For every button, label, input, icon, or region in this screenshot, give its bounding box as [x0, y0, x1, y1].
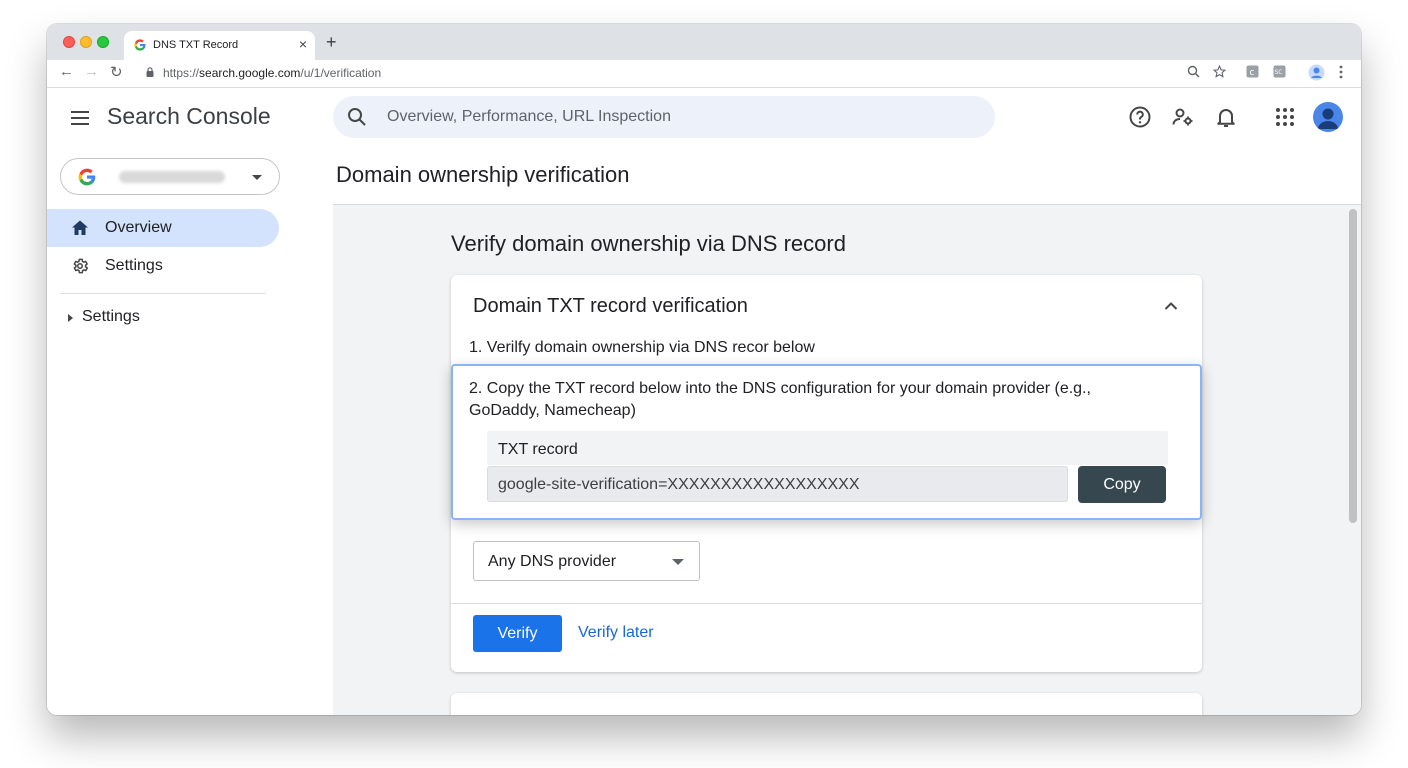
- apps-grid-icon[interactable]: [1273, 105, 1297, 129]
- chevron-up-icon[interactable]: [1164, 301, 1178, 311]
- profile-avatar-icon[interactable]: [1308, 64, 1325, 81]
- sidebar-section-settings[interactable]: Settings: [82, 308, 140, 326]
- tab-bar: DNS TXT Record × +: [47, 24, 1361, 60]
- home-icon: [72, 220, 88, 235]
- help-icon[interactable]: [1128, 105, 1152, 129]
- svg-text:SC: SC: [1275, 69, 1283, 76]
- address-bar[interactable]: https://search.google.com/u/1/verificati…: [140, 62, 1210, 84]
- main-content: Domain ownership verification Verify dom…: [333, 145, 1361, 715]
- minimize-window-button[interactable]: [80, 36, 92, 48]
- new-tab-button[interactable]: +: [326, 32, 337, 53]
- sidebar-item-overview[interactable]: Overview: [47, 209, 279, 247]
- gear-icon: [73, 258, 89, 274]
- sidebar-divider: [60, 293, 266, 294]
- sidebar: Overview Settings Settings: [47, 145, 333, 715]
- tab-close-icon[interactable]: ×: [299, 36, 307, 52]
- next-card: [451, 693, 1202, 715]
- scrollbar-thumb[interactable]: [1349, 209, 1357, 523]
- forward-icon[interactable]: →: [84, 63, 99, 80]
- svg-text:c: c: [1250, 68, 1255, 78]
- txt-record-label: TXT record: [498, 441, 578, 458]
- dropdown-arrow-icon: [672, 559, 684, 565]
- property-selector[interactable]: [60, 158, 280, 195]
- sidebar-item-label: Overview: [105, 219, 172, 236]
- app-header: Search Console Overview, Performance, UR…: [47, 89, 1361, 145]
- menu-icon[interactable]: [71, 111, 89, 125]
- more-vert-icon[interactable]: [1339, 65, 1343, 79]
- txt-record-field[interactable]: google-site-verification=XXXXXXXXXXXXXXX…: [487, 466, 1068, 502]
- star-icon[interactable]: [1213, 65, 1226, 78]
- verify-later-button[interactable]: Verify later: [578, 624, 654, 642]
- account-avatar[interactable]: [1313, 102, 1343, 132]
- maximize-window-button[interactable]: [97, 36, 109, 48]
- url-text: https://search.google.com/u/1/verificati…: [163, 66, 382, 80]
- zoom-icon[interactable]: [1187, 65, 1200, 78]
- step-2-text: 2. Copy the TXT record below into the DN…: [469, 380, 1091, 419]
- extension-icon[interactable]: SC: [1273, 65, 1286, 78]
- property-name-redacted: [119, 171, 225, 183]
- sidebar-item-label: Settings: [105, 257, 163, 274]
- extension-icon[interactable]: c: [1246, 65, 1259, 78]
- back-icon[interactable]: ←: [59, 63, 74, 80]
- person-icon: [1318, 108, 1338, 129]
- expand-triangle-icon[interactable]: [68, 314, 73, 322]
- search-input[interactable]: Overview, Performance, URL Inspection: [333, 96, 995, 138]
- notifications-bell-icon[interactable]: [1214, 105, 1238, 129]
- browser-window: DNS TXT Record × + ← → ↻ https://search.…: [47, 24, 1361, 715]
- google-logo-icon: [78, 168, 96, 186]
- search-icon: [348, 108, 366, 126]
- google-favicon-icon: [134, 39, 146, 51]
- card-title: Domain TXT record verification: [473, 295, 748, 317]
- tab-title: DNS TXT Record: [153, 39, 239, 51]
- lock-icon: [146, 67, 154, 77]
- step-1-text: 1. Verilfy domain ownership via DNS reco…: [469, 339, 815, 356]
- page-header: Domain ownership verification: [333, 145, 1361, 205]
- txt-verification-card: Domain TXT record verification 1. Verilf…: [451, 275, 1202, 672]
- browser-toolbar: ← → ↻ https://search.google.com/u/1/veri…: [47, 60, 1361, 88]
- card-divider: [451, 603, 1202, 604]
- txt-record-header: TXT record: [487, 431, 1168, 465]
- step-2-panel: 2. Copy the TXT record below into the DN…: [451, 364, 1202, 520]
- scrollbar[interactable]: [1347, 207, 1359, 715]
- verify-button[interactable]: Verify: [473, 615, 562, 652]
- search-placeholder: Overview, Performance, URL Inspection: [387, 108, 671, 125]
- close-window-button[interactable]: [63, 36, 75, 48]
- browser-tab[interactable]: DNS TXT Record ×: [124, 31, 315, 60]
- sidebar-item-settings[interactable]: Settings: [47, 247, 279, 285]
- section-title: Verify domain ownership via DNS record: [451, 231, 846, 256]
- app-title: Search Console: [107, 103, 271, 129]
- copy-button[interactable]: Copy: [1078, 466, 1166, 503]
- txt-record-value: google-site-verification=XXXXXXXXXXXXXXX…: [498, 476, 860, 493]
- chevron-down-icon: [252, 175, 262, 180]
- dns-provider-select[interactable]: Any DNS provider: [473, 541, 700, 581]
- page-title: Domain ownership verification: [336, 162, 630, 187]
- dns-provider-value: Any DNS provider: [488, 553, 617, 570]
- reload-icon[interactable]: ↻: [110, 63, 123, 81]
- manage-users-icon[interactable]: [1171, 105, 1195, 129]
